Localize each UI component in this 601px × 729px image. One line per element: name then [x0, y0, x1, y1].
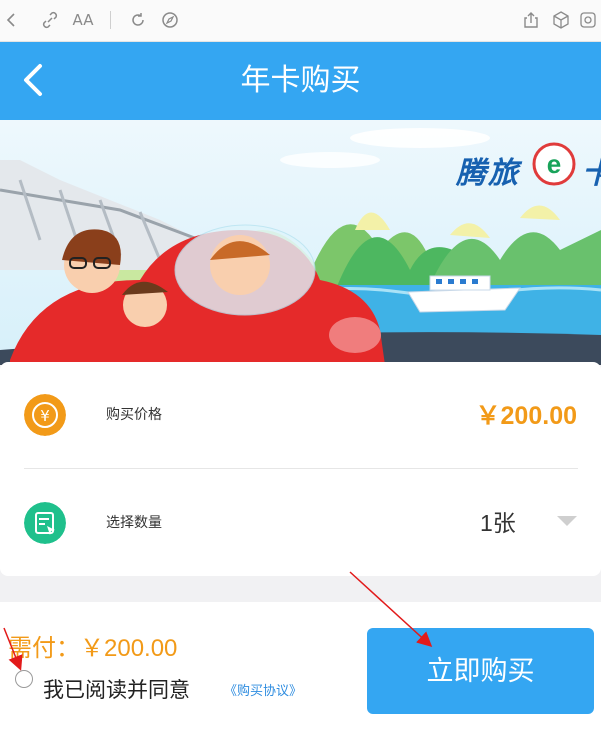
refresh-icon[interactable] [128, 10, 148, 30]
yuan-glyph: ¥ [40, 407, 50, 425]
agreement-link[interactable]: 《购买协议》 [224, 680, 302, 699]
quantity-label: 选择数量 [106, 515, 162, 531]
banner-image: 腾旅 e 卡 [0, 120, 601, 365]
compass-icon[interactable] [160, 10, 180, 30]
toolbar-separator [110, 11, 111, 29]
link-icon[interactable] [40, 10, 60, 30]
select-icon [24, 502, 66, 544]
page-title: 年卡购买 [240, 64, 361, 97]
buy-now-button[interactable]: 立即购买 [367, 628, 594, 714]
bottom-bar: 需付：￥200.00 我已阅读并同意 《购买协议》 立即购买 [0, 602, 601, 729]
price-value: ￥200.00 [475, 402, 577, 430]
banner-brand-suffix: 卡 [582, 148, 601, 192]
browser-toolbar: AA [0, 0, 601, 42]
quantity-select[interactable]: 1张 [480, 504, 516, 538]
price-row: ¥ 购买价格 ￥200.00 [0, 362, 601, 468]
card-divider [24, 468, 578, 469]
purchase-info-card: ¥ 购买价格 ￥200.00 选择数量 1张 [0, 362, 601, 576]
banner-brand-text: 腾旅 [456, 157, 520, 190]
share-icon[interactable] [521, 10, 541, 30]
text-size-icon[interactable]: AA [70, 10, 96, 30]
brand-e-logo: e [532, 142, 576, 186]
quantity-row[interactable]: 选择数量 1张 [0, 470, 601, 576]
yuan-icon: ¥ [24, 394, 66, 436]
amount-due: 需付：￥200.00 [8, 635, 178, 662]
settings-icon[interactable] [578, 10, 598, 30]
box-icon[interactable] [551, 10, 571, 30]
back-icon[interactable] [2, 10, 22, 30]
agree-text: 我已阅读并同意 [43, 679, 190, 702]
chevron-down-icon[interactable] [557, 516, 577, 526]
back-button[interactable] [14, 60, 54, 100]
price-label: 购买价格 [106, 407, 162, 423]
agree-radio[interactable] [15, 670, 33, 688]
brand-e-letter: e [547, 149, 561, 179]
chevron-left-icon [24, 64, 42, 96]
app-header: 年卡购买 [0, 42, 601, 120]
